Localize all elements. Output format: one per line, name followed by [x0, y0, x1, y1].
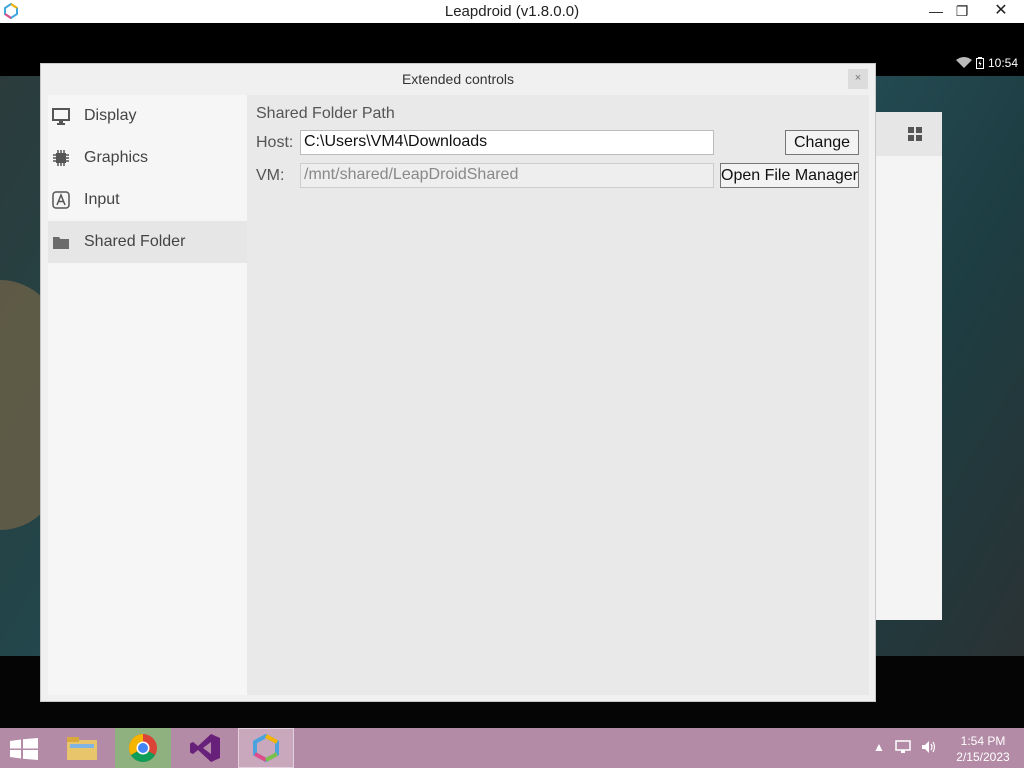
taskbar-leapdroid[interactable]	[238, 728, 294, 768]
taskbar-clock[interactable]: 1:54 PM 2/15/2023	[948, 733, 1018, 765]
sidebar: Display Graphics Input Shared Folder	[48, 95, 247, 695]
chip-icon	[53, 150, 69, 166]
wifi-icon	[955, 57, 972, 68]
vm-label: VM:	[256, 167, 285, 184]
windows-start-icon[interactable]	[10, 738, 38, 760]
window-titlebar: Leapdroid (v1.8.0.0) — ❐ ✕	[0, 0, 1024, 23]
change-button[interactable]: Change	[785, 130, 859, 155]
taskbar	[0, 728, 1024, 768]
shared-folder-panel: Shared Folder Path Host: C:\Users\VM4\Do…	[247, 95, 869, 695]
input-icon	[52, 191, 70, 209]
volume-icon[interactable]	[921, 740, 937, 754]
window-title: Leapdroid (v1.8.0.0)	[444, 3, 580, 20]
folder-icon	[53, 237, 69, 249]
close-window-button[interactable]: ✕	[978, 0, 1024, 23]
open-file-manager-button[interactable]: Open File Manager	[720, 163, 859, 188]
sidebar-item-label: Display	[84, 107, 137, 124]
taskbar-visual-studio[interactable]	[177, 728, 233, 768]
sidebar-item-label: Shared Folder	[84, 233, 186, 250]
host-label: Host:	[256, 134, 294, 151]
sidebar-item-display[interactable]: Display	[48, 95, 247, 137]
restore-button[interactable]: ❐	[950, 0, 974, 23]
monitor-icon	[52, 108, 70, 125]
leapdroid-icon	[253, 734, 279, 762]
taskbar-chrome[interactable]	[115, 728, 171, 768]
android-card	[870, 112, 942, 620]
apps-grid-icon[interactable]	[908, 127, 922, 141]
section-title: Shared Folder Path	[256, 105, 395, 122]
taskbar-file-explorer[interactable]	[54, 728, 110, 768]
host-path-field[interactable]: C:\Users\VM4\Downloads	[300, 130, 714, 155]
chrome-icon	[129, 734, 157, 762]
file-explorer-icon	[67, 737, 97, 760]
dialog-close-button[interactable]: ×	[848, 69, 868, 89]
sidebar-item-input[interactable]: Input	[48, 179, 247, 221]
battery-icon	[975, 57, 984, 69]
clock-time: 1:54 PM	[960, 734, 1006, 748]
visual-studio-icon	[190, 734, 220, 762]
extended-controls-dialog: Extended controls × Display Graphics Inp…	[40, 63, 876, 702]
system-tray: ▲	[873, 740, 937, 754]
sidebar-item-label: Graphics	[84, 149, 149, 166]
tray-overflow-icon[interactable]: ▲	[873, 740, 885, 754]
android-card-header	[870, 112, 942, 156]
clock-date: 2/15/2023	[956, 750, 1010, 764]
sidebar-item-shared-folder[interactable]: Shared Folder	[48, 221, 247, 263]
vm-path-field: /mnt/shared/LeapDroidShared	[300, 163, 714, 188]
android-clock: 10:54	[987, 56, 1018, 70]
network-icon[interactable]	[895, 740, 911, 754]
dialog-title: Extended controls	[401, 71, 515, 87]
sidebar-item-graphics[interactable]: Graphics	[48, 137, 247, 179]
sidebar-item-label: Input	[84, 191, 120, 208]
minimize-button[interactable]: —	[920, 0, 952, 23]
status-indicators: 10:54	[955, 56, 1018, 70]
